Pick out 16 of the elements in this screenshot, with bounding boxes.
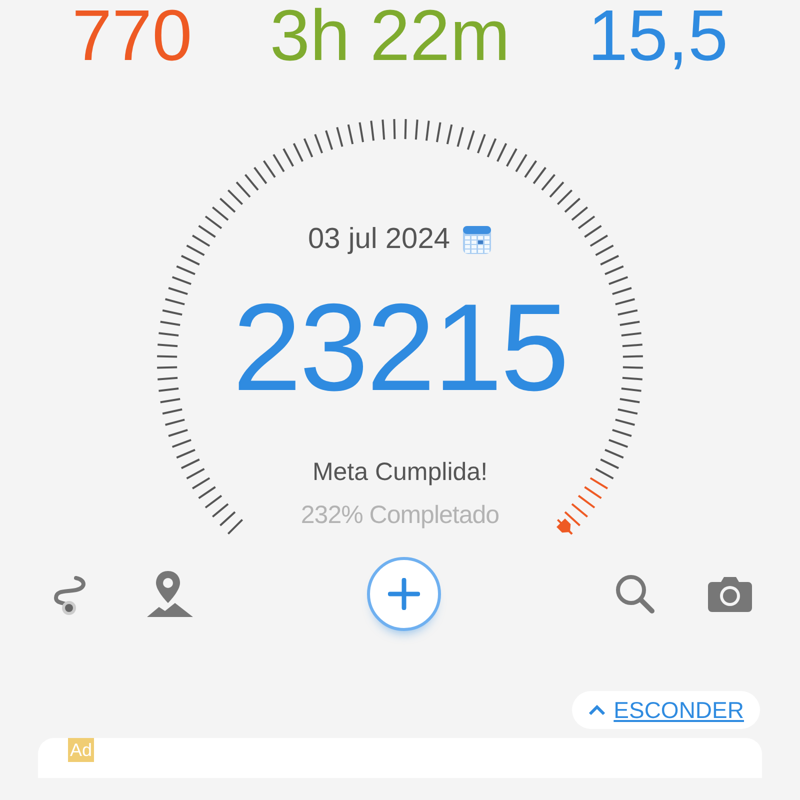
step-count: 23215	[232, 286, 568, 410]
map-pin-icon[interactable]	[144, 569, 194, 619]
percent-completed: 232% Completado	[300, 500, 500, 531]
hide-button[interactable]: ESCONDER	[572, 691, 760, 729]
camera-icon[interactable]	[708, 576, 752, 612]
search-icon[interactable]	[614, 573, 656, 615]
date-label: 03 jul 2024	[308, 222, 450, 257]
stat-value: 15,5	[588, 0, 728, 78]
ad-badge: Ad	[68, 738, 94, 762]
add-button[interactable]	[367, 557, 441, 631]
chevron-up-icon	[588, 704, 606, 716]
stat-value: 3h 22m	[270, 0, 510, 78]
goal-status: Meta Cumplida!	[312, 456, 488, 488]
calendar-icon[interactable]	[462, 224, 492, 255]
plus-icon	[388, 578, 420, 610]
stat-value: 770	[72, 0, 192, 78]
